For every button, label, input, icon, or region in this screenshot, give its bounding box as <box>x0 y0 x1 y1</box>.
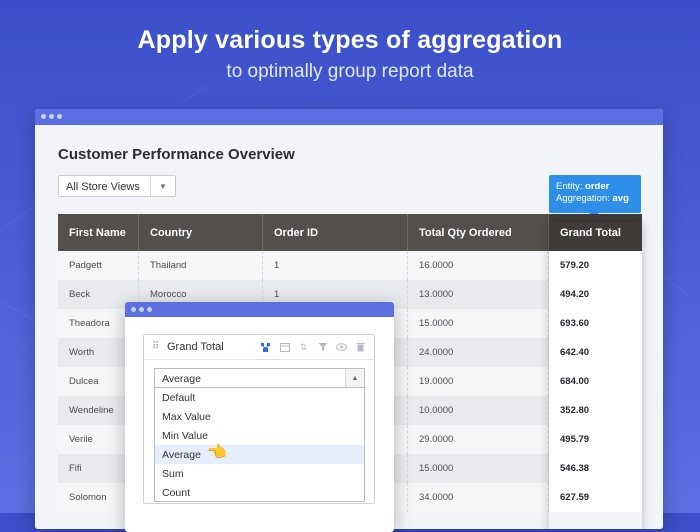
window-dots <box>41 114 62 119</box>
cell-total-qty: 34.0000 <box>408 483 549 512</box>
cell-grand-total: 579.20 <box>549 251 642 280</box>
window-title-bar <box>35 109 663 125</box>
store-view-select[interactable]: All Store Views ▼ <box>58 175 176 197</box>
hero-title: Apply various types of aggregation <box>137 26 563 54</box>
aggregation-option-average[interactable]: Average 👈 <box>155 444 364 464</box>
aggregation-option-sum[interactable]: Sum <box>155 464 364 483</box>
sort-icon[interactable]: ⇅ <box>296 340 311 354</box>
cell-total-qty: 13.0000 <box>408 280 549 309</box>
cell-first-name: Padgett <box>58 251 139 280</box>
column-header-grand-total[interactable]: Grand Total <box>549 214 642 251</box>
aggregation-option-min[interactable]: Min Value <box>155 426 364 445</box>
tooltip-aggregation-label: Aggregation: <box>556 193 610 204</box>
chevron-up-icon[interactable]: ▲ <box>345 369 364 387</box>
cell-total-qty: 24.0000 <box>408 338 549 367</box>
cell-grand-total: 546.38 <box>549 454 642 483</box>
report-title: Customer Performance Overview <box>58 146 295 163</box>
column-header-country[interactable]: Country <box>139 214 263 251</box>
cell-order-id: 1 <box>263 251 408 280</box>
aggregation-select-value: Average <box>162 373 201 385</box>
column-header-first-name[interactable]: First Name <box>58 214 139 251</box>
cell-total-qty: 15.0000 <box>408 454 549 483</box>
column-settings-popup: ⠿ Grand Total ⇅ Average ▲ Default Max Va… <box>125 302 394 532</box>
cell-grand-total: 642.40 <box>549 338 642 367</box>
tooltip-aggregation-value: avg <box>612 193 629 204</box>
filter-icon[interactable] <box>315 340 330 354</box>
calendar-icon[interactable] <box>277 340 292 354</box>
cell-grand-total: 693.60 <box>549 309 642 338</box>
table-row: Padgett Thailand 1 16.0000 579.20 <box>58 251 642 280</box>
tooltip-entity-label: Entity: <box>556 181 583 192</box>
aggregation-tooltip: Entity: order Aggregation: avg <box>549 175 641 218</box>
drag-handle-icon[interactable]: ⠿ <box>152 340 159 354</box>
hero-subtitle: to optimally group report data <box>226 61 474 82</box>
store-view-value: All Store Views <box>66 181 140 193</box>
aggregation-option-max[interactable]: Max Value <box>155 407 364 426</box>
cell-total-qty: 10.0000 <box>408 396 549 425</box>
column-toolbar: ⇅ <box>258 340 368 354</box>
cell-total-qty: 29.0000 <box>408 425 549 454</box>
popup-title-bar <box>125 302 394 317</box>
column-config: ⠿ Grand Total ⇅ Average ▲ Default Max Va… <box>143 334 375 504</box>
column-header-total-qty[interactable]: Total Qty Ordered <box>408 214 549 251</box>
cell-country: Thailand <box>139 251 263 280</box>
aggregation-option-count[interactable]: Count <box>155 483 364 502</box>
trash-icon[interactable] <box>353 340 368 354</box>
table-header-row: First Name Country Order ID Total Qty Or… <box>58 214 642 251</box>
cell-total-qty: 19.0000 <box>408 367 549 396</box>
chevron-down-icon[interactable]: ▼ <box>150 176 175 196</box>
eye-icon[interactable] <box>334 340 349 354</box>
column-config-header: ⠿ Grand Total ⇅ <box>144 335 374 360</box>
aggregate-icon[interactable] <box>258 340 273 354</box>
aggregation-options-list: Default Max Value Min Value Average 👈 Su… <box>154 387 365 502</box>
aggregation-option-default[interactable]: Default <box>155 388 364 407</box>
popup-dots <box>131 307 152 312</box>
column-config-name: Grand Total <box>167 341 224 353</box>
cell-total-qty: 15.0000 <box>408 309 549 338</box>
cell-grand-total: 627.59 <box>549 483 642 512</box>
cell-grand-total: 495.79 <box>549 425 642 454</box>
pointing-hand-icon: 👈 <box>207 444 227 461</box>
cell-grand-total: 684.00 <box>549 367 642 396</box>
cell-total-qty: 16.0000 <box>408 251 549 280</box>
tooltip-entity-value: order <box>585 181 610 192</box>
aggregation-option-average-label: Average <box>162 448 201 461</box>
cell-grand-total: 494.20 <box>549 280 642 309</box>
aggregation-select[interactable]: Average ▲ <box>154 368 365 388</box>
column-header-order-id[interactable]: Order ID <box>263 214 408 251</box>
cell-grand-total: 352.80 <box>549 396 642 425</box>
